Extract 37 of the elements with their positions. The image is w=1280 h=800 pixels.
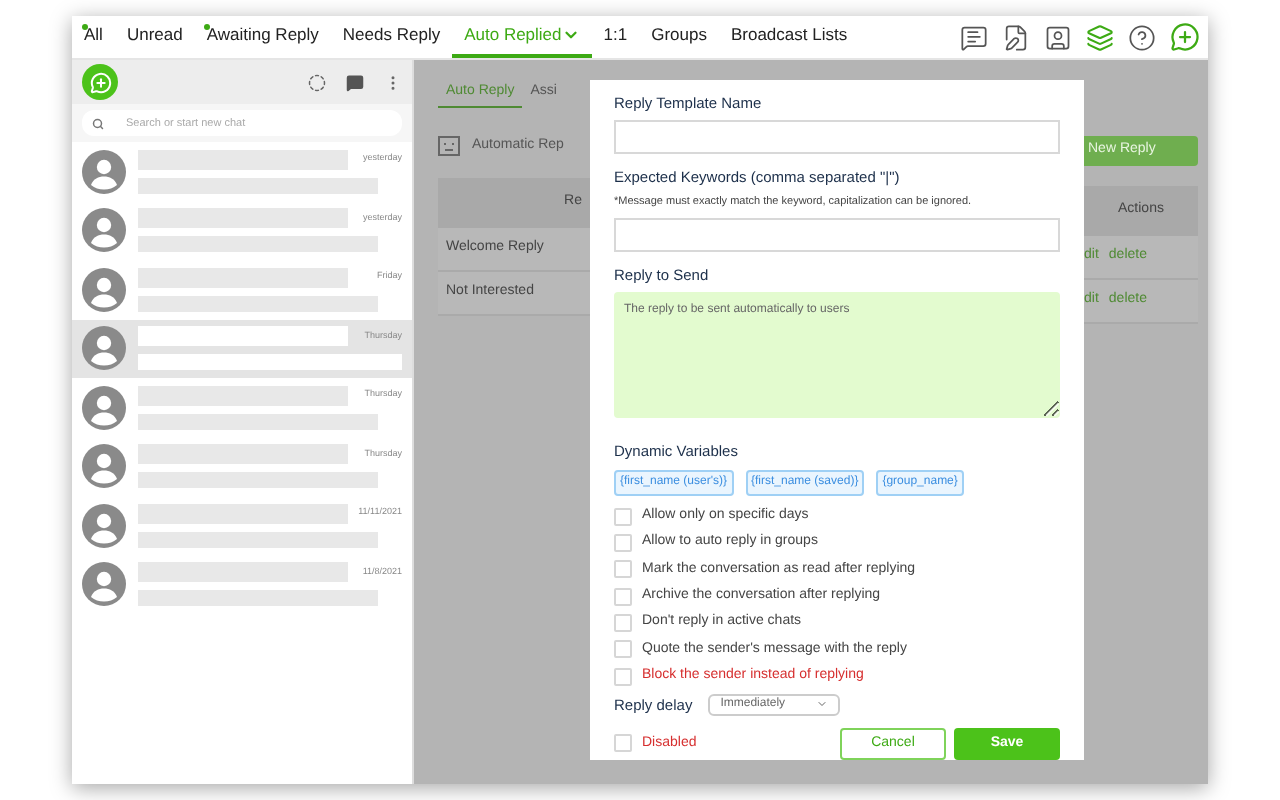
avatar-icon — [82, 267, 126, 312]
checkbox[interactable] — [614, 613, 632, 632]
note-edit-icon[interactable] — [1002, 23, 1030, 51]
checkbox[interactable] — [614, 640, 632, 659]
filter-tab[interactable]: Needs Reply — [330, 16, 453, 58]
avatar-icon — [82, 385, 126, 430]
new-chat-icon[interactable] — [346, 73, 364, 91]
filter-tab[interactable]: Unread — [114, 16, 195, 58]
checkbox[interactable] — [614, 734, 632, 753]
filter-tab[interactable]: All — [72, 16, 115, 58]
robot-icon — [438, 135, 460, 157]
filter-tab[interactable]: Awaiting Reply — [194, 16, 331, 58]
avatar-icon — [82, 444, 126, 489]
app-logo[interactable] — [82, 64, 118, 100]
avatar-icon — [82, 562, 126, 607]
template-name-field[interactable] — [614, 120, 1060, 155]
chevron-down-icon — [816, 698, 829, 711]
avatar-icon — [82, 149, 126, 194]
avatar-icon — [82, 503, 126, 548]
filter-tab[interactable]: Broadcast Lists — [718, 16, 860, 58]
checkbox[interactable] — [614, 560, 632, 579]
help-icon[interactable] — [1128, 23, 1156, 51]
avatar-icon — [82, 326, 126, 371]
checkbox[interactable] — [614, 534, 632, 553]
keywords-field[interactable] — [614, 217, 1060, 252]
layers-icon[interactable] — [1086, 23, 1114, 51]
status-icon[interactable] — [308, 73, 326, 91]
chat-plus-icon[interactable] — [1170, 22, 1200, 52]
chat-plus-icon — [89, 71, 111, 93]
checkbox[interactable] — [614, 507, 632, 526]
filter-tab[interactable]: Groups — [639, 16, 719, 58]
filter-tab[interactable]: 1:1 — [591, 16, 640, 58]
checkbox[interactable] — [614, 587, 632, 606]
contact-card-icon[interactable] — [1044, 23, 1072, 51]
search-icon — [92, 117, 104, 129]
checkbox[interactable] — [614, 667, 632, 686]
avatar-icon — [82, 208, 126, 253]
